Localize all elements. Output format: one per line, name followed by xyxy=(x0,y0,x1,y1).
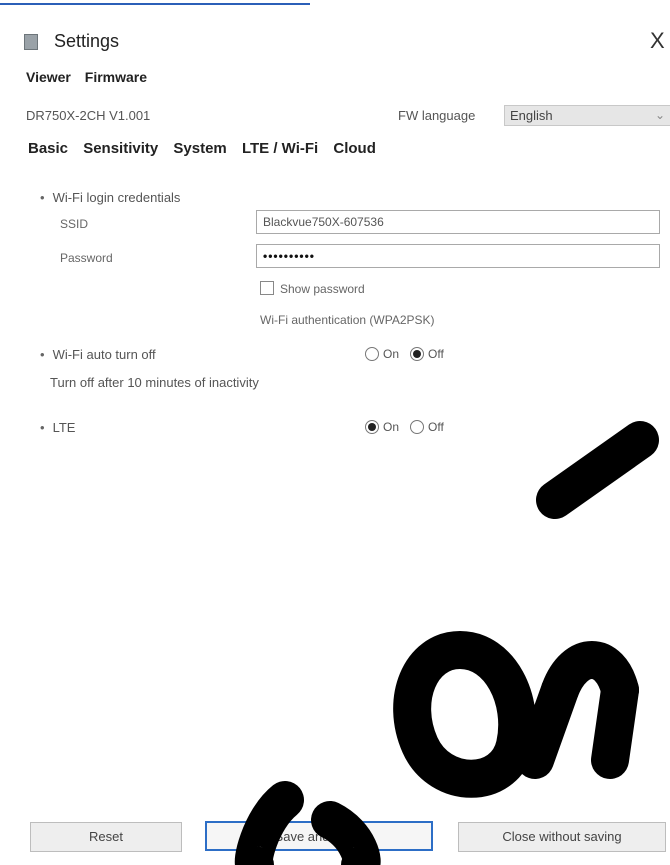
close-without-saving-button[interactable]: Close without saving xyxy=(458,822,666,852)
ssid-label: SSID xyxy=(60,217,89,231)
tab-viewer[interactable]: Viewer xyxy=(26,69,71,85)
fw-language-value: English xyxy=(510,108,553,123)
chevron-down-icon: ⌄ xyxy=(654,108,665,122)
tab-basic[interactable]: Basic xyxy=(28,140,68,157)
wifi-auto-off-radio-group: On Off xyxy=(365,347,455,361)
button-bar: Reset Save and close Close without savin… xyxy=(0,812,670,865)
wifi-auto-off-on-label: On xyxy=(383,347,400,361)
fw-language-label: FW language xyxy=(398,108,476,123)
lte-title: • LTE xyxy=(40,420,75,435)
wifi-auth-label: Wi-Fi authentication (WPA2PSK) xyxy=(260,313,435,327)
save-close-button[interactable]: Save and close xyxy=(205,821,433,851)
wifi-auto-off-on-radio[interactable] xyxy=(365,347,379,361)
bullet-icon: • xyxy=(40,190,45,205)
wifi-login-title: Wi-Fi login credentials xyxy=(52,190,181,205)
window-top-border xyxy=(0,0,670,6)
ssid-value: Blackvue750X-607536 xyxy=(263,215,384,229)
lte-on-label: On xyxy=(383,420,400,434)
tab-sensitivity[interactable]: Sensitivity xyxy=(83,140,158,157)
wifi-auto-off-off-radio[interactable] xyxy=(410,347,425,361)
bullet-icon: • xyxy=(40,347,45,362)
password-label: Password xyxy=(60,251,113,265)
settings-panel: • Wi-Fi login credentials SSID Blackvue75… xyxy=(24,162,670,812)
main-tabs: Viewer Firmware xyxy=(26,69,157,85)
title-bar: Settings X xyxy=(0,10,670,60)
app-icon xyxy=(24,34,38,50)
close-icon[interactable]: X xyxy=(650,28,665,54)
lte-off-label: Off xyxy=(428,420,444,434)
wifi-auto-off-label: Wi-Fi auto turn off xyxy=(52,347,156,362)
wifi-login-section-title: • Wi-Fi login credentials xyxy=(40,190,180,205)
password-input[interactable]: •••••••••• xyxy=(256,244,660,268)
lte-on-radio[interactable] xyxy=(365,420,379,434)
tab-cloud[interactable]: Cloud xyxy=(333,140,376,157)
focus-underline xyxy=(0,3,310,5)
ssid-input[interactable]: Blackvue750X-607536 xyxy=(256,210,660,234)
tab-firmware[interactable]: Firmware xyxy=(85,69,147,85)
bullet-icon: • xyxy=(40,420,45,435)
window-title: Settings xyxy=(54,31,120,51)
device-id: DR750X-2CH V1.001 xyxy=(26,108,151,123)
fw-language-select[interactable]: English ⌄ xyxy=(504,105,670,126)
reset-button[interactable]: Reset xyxy=(30,822,182,852)
lte-label: LTE xyxy=(52,420,76,435)
password-value: •••••••••• xyxy=(263,249,316,263)
show-password-checkbox[interactable] xyxy=(260,281,274,295)
wifi-auto-off-title: • Wi-Fi auto turn off xyxy=(40,347,156,362)
tab-system[interactable]: System xyxy=(173,140,226,157)
lte-off-radio[interactable] xyxy=(410,420,425,434)
wifi-auto-off-note: Turn off after 10 minutes of inactivity xyxy=(50,375,259,390)
wifi-auto-off-off-label: Off xyxy=(428,347,444,361)
settings-subtabs: Basic Sensitivity System LTE / Wi-Fi Clo… xyxy=(28,140,387,157)
lte-radio-group: On Off xyxy=(365,420,455,434)
show-password-label: Show password xyxy=(280,282,365,296)
tab-lte-wifi[interactable]: LTE / Wi-Fi xyxy=(242,140,318,157)
